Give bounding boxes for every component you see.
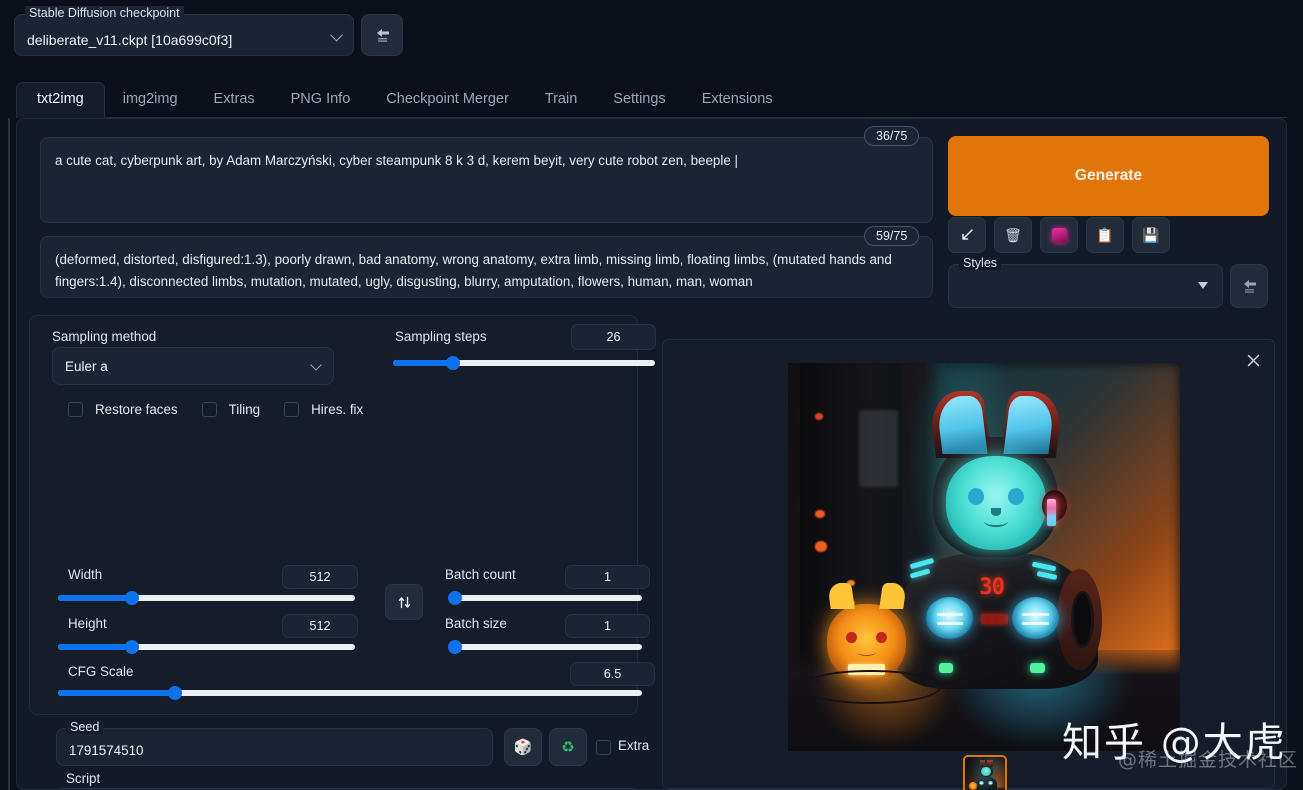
cfg-scale-label: CFG Scale bbox=[68, 664, 134, 679]
tiling-label: Tiling bbox=[228, 402, 261, 417]
swap-vertical-icon bbox=[398, 596, 410, 608]
restore-faces-checkbox[interactable] bbox=[68, 402, 83, 417]
batch-count-label: Batch count bbox=[445, 567, 516, 582]
checkpoint-label: Stable Diffusion checkpoint bbox=[25, 6, 184, 20]
swap-dimensions-button[interactable] bbox=[385, 584, 423, 620]
hires-fix-label: Hires. fix bbox=[311, 402, 364, 417]
negative-prompt-text: (deformed, distorted, disfigured:1.3), p… bbox=[55, 252, 892, 289]
tab-train[interactable]: Train bbox=[527, 82, 596, 117]
seed-value: 1791574510 bbox=[69, 743, 144, 758]
batch-size-value[interactable]: 1 bbox=[565, 614, 650, 638]
watermark-community: @稀土掘金技术社区 bbox=[1118, 749, 1299, 771]
close-result-button[interactable] bbox=[1242, 349, 1264, 371]
cfg-scale-slider[interactable] bbox=[58, 686, 642, 700]
seed-label: Seed bbox=[66, 720, 104, 734]
trash-icon: 🗑 bbox=[1004, 226, 1022, 243]
robot-lcd-number: 30 bbox=[979, 574, 1004, 600]
refresh-arrow-icon bbox=[376, 28, 389, 42]
show-extra-networks-button[interactable] bbox=[1040, 217, 1078, 253]
negative-prompt-field[interactable]: (deformed, distorted, disfigured:1.3), p… bbox=[40, 236, 933, 298]
positive-token-counter: 36/75 bbox=[864, 126, 920, 146]
cfg-scale-value[interactable]: 6.5 bbox=[570, 662, 655, 686]
positive-prompt-field[interactable]: a cute cat, cyberpunk art, by Adam Marcz… bbox=[40, 137, 933, 223]
art-card-icon bbox=[1051, 227, 1067, 243]
clear-prompt-button[interactable]: 🗑 bbox=[994, 217, 1032, 253]
save-style-button[interactable]: 💾 bbox=[1132, 217, 1170, 253]
tab-extras[interactable]: Extras bbox=[196, 82, 273, 117]
chevron-down-icon bbox=[1198, 282, 1208, 289]
close-icon bbox=[1247, 354, 1259, 366]
tab-checkpoint-merger[interactable]: Checkpoint Merger bbox=[368, 82, 527, 117]
height-label: Height bbox=[68, 616, 107, 631]
styles-group: Styles bbox=[948, 256, 1268, 308]
width-slider[interactable] bbox=[58, 591, 355, 605]
batch-count-value[interactable]: 1 bbox=[565, 565, 650, 589]
refresh-arrow-icon bbox=[1243, 279, 1256, 293]
reuse-seed-button[interactable]: ♻ bbox=[549, 728, 587, 766]
prompt-toolbar: 🗑 📋 💾 bbox=[948, 217, 1170, 253]
sampling-steps-value[interactable]: 26 bbox=[571, 324, 656, 350]
generation-settings-panel: Sampling method Euler a Sampling steps 2… bbox=[29, 315, 656, 790]
height-value[interactable]: 512 bbox=[282, 614, 358, 638]
styles-dropdown[interactable]: Styles bbox=[948, 256, 1223, 308]
script-label: Script bbox=[66, 771, 101, 786]
batch-count-slider[interactable] bbox=[448, 591, 642, 605]
tiling-checkbox[interactable] bbox=[201, 402, 217, 417]
chevron-down-icon bbox=[332, 31, 343, 42]
seed-input[interactable]: 1791574510 bbox=[56, 728, 493, 766]
txt2img-panel: a cute cat, cyberpunk art, by Adam Marcz… bbox=[16, 118, 1287, 790]
height-slider[interactable] bbox=[58, 640, 355, 654]
checkpoint-selector-group: Stable Diffusion checkpoint deliberate_v… bbox=[14, 6, 403, 56]
recycle-icon: ♻ bbox=[561, 739, 575, 756]
negative-token-counter: 59/75 bbox=[864, 226, 920, 246]
generate-button[interactable]: Generate bbox=[948, 136, 1269, 216]
batch-size-slider[interactable] bbox=[448, 640, 642, 654]
extra-seed-checkbox[interactable] bbox=[596, 740, 611, 755]
hires-fix-checkbox[interactable] bbox=[284, 402, 300, 417]
styles-label: Styles bbox=[959, 256, 1002, 270]
dice-icon: 🎲 bbox=[513, 739, 533, 756]
checkpoint-value: deliberate_v11.ckpt [10a699c0f3] bbox=[27, 32, 233, 48]
width-label: Width bbox=[68, 567, 103, 582]
extra-seed-label: Extra bbox=[618, 738, 650, 753]
tab-txt2img[interactable]: txt2img bbox=[16, 82, 105, 118]
tab-settings[interactable]: Settings bbox=[595, 82, 683, 117]
top-bar: Stable Diffusion checkpoint deliberate_v… bbox=[0, 0, 1303, 72]
generated-image[interactable]: 30 bbox=[788, 363, 1180, 751]
batch-size-label: Batch size bbox=[445, 616, 507, 631]
sampling-method-label: Sampling method bbox=[52, 329, 157, 344]
read-generation-params-button[interactable] bbox=[948, 217, 986, 253]
result-thumbnail[interactable] bbox=[963, 755, 1007, 790]
chevron-down-icon bbox=[312, 361, 321, 370]
clipboard-icon: 📋 bbox=[1096, 226, 1114, 243]
toggles-row: Restore faces Tiling Hires. fix bbox=[68, 402, 375, 417]
sampling-steps-slider[interactable] bbox=[393, 356, 655, 370]
main-tabs: txt2img img2img Extras PNG Info Checkpoi… bbox=[16, 80, 1287, 118]
arrow-down-left-icon bbox=[962, 229, 973, 240]
restore-faces-label: Restore faces bbox=[95, 402, 178, 417]
width-value[interactable]: 512 bbox=[282, 565, 358, 589]
tab-png-info[interactable]: PNG Info bbox=[273, 82, 369, 117]
sampling-method-dropdown[interactable]: Euler a bbox=[52, 347, 334, 385]
sampling-method-value: Euler a bbox=[65, 358, 108, 374]
tab-img2img[interactable]: img2img bbox=[105, 82, 196, 117]
apply-style-button[interactable]: 📋 bbox=[1086, 217, 1124, 253]
floppy-disk-icon: 💾 bbox=[1142, 226, 1160, 243]
panel-left-edge bbox=[8, 118, 10, 790]
checkpoint-dropdown[interactable]: Stable Diffusion checkpoint deliberate_v… bbox=[14, 6, 354, 56]
refresh-checkpoint-button[interactable] bbox=[361, 14, 403, 56]
refresh-styles-button[interactable] bbox=[1230, 264, 1268, 308]
random-seed-button[interactable]: 🎲 bbox=[504, 728, 542, 766]
sampling-steps-label: Sampling steps bbox=[395, 329, 487, 344]
positive-prompt-text: a cute cat, cyberpunk art, by Adam Marcz… bbox=[55, 153, 739, 168]
tab-extensions[interactable]: Extensions bbox=[684, 82, 791, 117]
